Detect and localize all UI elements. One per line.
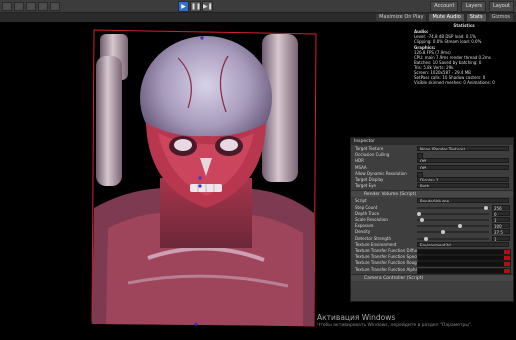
play-button[interactable]: ▶ [178,1,189,12]
inspector-row-label: HDR [355,158,364,164]
component-header-render-volume[interactable]: Render Volume (Script) [351,190,513,198]
stats-toggle[interactable]: Stats [466,14,486,21]
inspector-row: Texture Environment Environment3d [353,241,513,248]
gizmos-toggle[interactable]: Gizmos [488,14,513,21]
slider-knob[interactable] [440,230,445,235]
inspector-row: Texture Transfer Function Diffuse [353,248,513,255]
graphics-row: Visible skinned meshes: 0 Animations: 0 [414,80,495,85]
inspector-row-label: Density [355,229,371,235]
hand-tool-icon[interactable] [2,2,12,11]
account-dropdown[interactable]: Account [430,1,459,12]
windows-activation-watermark: Активация Windows Чтобы активировать Win… [317,314,472,330]
inspector-slider[interactable] [417,218,489,222]
inspector-row-label: Texture Environment [355,241,397,247]
rotate-tool-icon[interactable] [26,2,36,11]
inspector-field[interactable]: Display 1 [417,177,509,182]
watermark-title: Активация Windows [317,313,396,322]
inspector-row: MSAA Off [353,164,513,171]
inspector-field[interactable]: Off [417,164,509,170]
layers-dropdown[interactable]: Layers [461,1,486,12]
maximize-on-play-toggle[interactable]: Maximize On Play [376,14,427,21]
inspector-row: Occlusion Culling [353,152,513,160]
slider-knob[interactable] [417,211,421,216]
inspector-row: Allow Dynamic Resolution [353,170,513,178]
audio-row: Clipping: 0.0% Stream load: 0.0% [414,39,482,44]
inspector-row-label: Target Texture [355,146,384,151]
inspector-number-field[interactable]: 1 [492,235,510,242]
inspector-row-label: Target Eye [355,183,377,189]
texture-picker-icon[interactable] [504,268,510,273]
inspector-row: Script RenderVolume [353,198,513,204]
inspector-panel: Inspector Target Texture None (Render Tex… [350,137,514,302]
move-tool-icon[interactable] [14,2,24,11]
component-header-camera-controller[interactable]: Camera Controller (Script) [351,273,513,281]
game-view-bar: Maximize On Play Mute Audio Stats Gizmos [0,13,516,22]
volume-render-image [91,29,317,327]
mute-audio-toggle[interactable]: Mute Audio [429,14,464,21]
inspector-row-label: Detector Strength [355,235,392,241]
inspector-row-label: MSAA [355,164,367,170]
layout-dropdown[interactable]: Layout [489,1,514,12]
inspector-row: Target Eye Both [353,183,513,189]
inspector-row-label: Texture Transfer Function Alpha [355,266,418,272]
inspector-row: Detector Strength 1 [353,235,513,242]
play-controls: ▶ ❚❚ ▶❚ [178,1,213,12]
pause-button[interactable]: ❚❚ [190,1,201,12]
inspector-field[interactable]: RenderVolume [417,198,509,204]
inspector-row: Texture Transfer Function Specular [353,254,513,262]
inspector-field[interactable]: Both [417,183,509,189]
watermark-subtitle: Чтобы активировать Windows, перейдите в … [317,323,473,328]
inspector-row-label: Exposure [355,223,374,229]
toolbar-right: Account Layers Layout [430,1,514,12]
inspector-number-field[interactable]: 100 [492,223,510,229]
inspector-row: HDR Off [353,158,513,164]
scale-tool-icon[interactable] [38,2,48,11]
slider-knob[interactable] [457,224,462,229]
stats-title: Statistics [453,23,475,28]
inspector-row: Scale Resolution 1 [353,217,513,223]
inspector-row-label: Depth Trace [355,210,380,216]
step-button[interactable]: ▶❚ [202,1,213,12]
inspector-row-label: Scale Resolution [355,217,388,222]
unity-toolbar: ▶ ❚❚ ▶❚ Account Layers Layout [0,0,516,13]
inspector-row-label: Allow Dynamic Resolution [355,170,407,176]
inspector-row: Density 27.5 [353,229,513,235]
inspector-row: Target Display Display 1 [353,177,513,183]
inspector-row-label: Occlusion Culling [355,152,390,158]
texture-field[interactable] [417,267,511,274]
stats-overlay: Statistics Audio: Level: -74.8 dB DSP lo… [414,23,514,93]
inspector-row-label: Texture Transfer Function Diffuse [355,248,421,253]
inspector-row: Target Texture None (Render Texture) [353,146,513,152]
inspector-slider[interactable] [417,205,489,210]
inspector-slider[interactable] [417,230,489,235]
inspector-row-label: Script [355,198,367,204]
inspector-slider[interactable] [417,236,489,241]
inspector-title[interactable]: Inspector [351,138,513,145]
inspector-field[interactable]: Environment3d [417,241,509,247]
slider-knob[interactable] [423,236,428,241]
inspector-field[interactable]: Off [417,158,509,164]
inspector-slider[interactable] [417,224,489,229]
inspector-number-field[interactable]: 256 [492,204,510,211]
inspector-row: Texture Transfer Function Alpha [353,266,513,274]
slider-knob[interactable] [420,218,425,222]
rect-tool-icon[interactable] [50,2,60,11]
inspector-row: Depth Trace 0 [353,210,513,217]
slider-knob[interactable] [483,205,488,210]
inspector-slider[interactable] [417,211,489,216]
inspector-row: Step Count 256 [353,204,513,211]
inspector-row-label: Step Count [355,204,378,210]
inspector-row: Texture Transfer Function Roughness [353,260,513,268]
inspector-row-label: Texture Transfer Function Specular [355,254,425,260]
left-tall-cylinder [96,56,122,186]
inspector-row: Exposure 100 [353,223,513,229]
inspector-number-field[interactable]: 0 [492,210,510,217]
inspector-number-field[interactable]: 1 [492,217,510,223]
inspector-number-field[interactable]: 27.5 [492,229,510,235]
inspector-field[interactable]: None (Render Texture) [417,146,509,151]
volume-render-view[interactable] [88,28,320,328]
inspector-row-label: Target Display [355,177,384,182]
transform-tools [2,2,60,11]
